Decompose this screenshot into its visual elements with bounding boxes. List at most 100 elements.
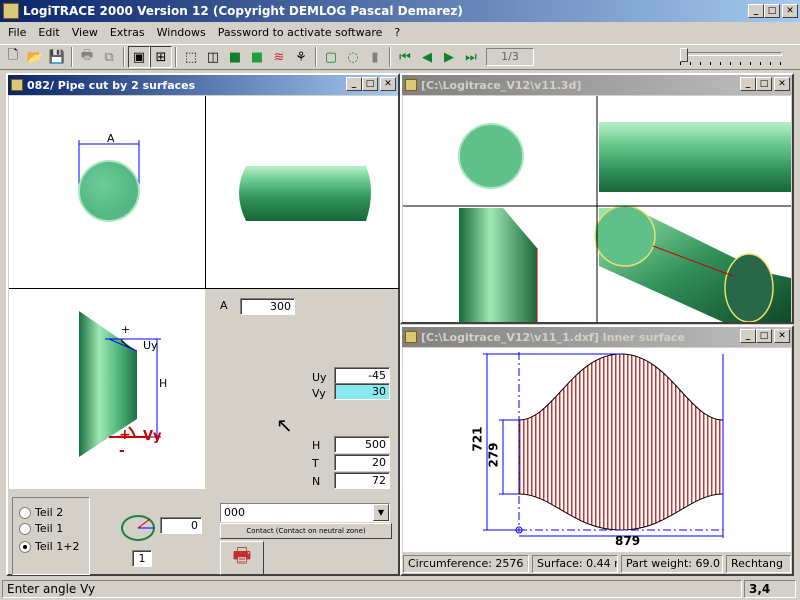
close-icon[interactable]: ✕ [774,329,790,343]
sketch-minus-bottom: - [119,443,125,459]
param-vy-label: Vy [312,387,326,400]
development-shape [518,353,724,531]
window-3d: [C:\Logitrace_V12\v11.3d] _ □ ✕ [400,73,794,324]
maximize-icon[interactable]: □ [756,77,772,91]
first-page-icon[interactable]: ⏮ [394,46,416,68]
status-weight: Part weight: 69.0 kg [621,555,723,573]
printer-icon: 🖶 [232,543,252,567]
menu-bar: File Edit View Extras Windows Password t… [2,23,798,42]
radio-teil-1-label: Teil 1 [35,522,64,535]
sketch-uy-label: Uy [143,339,158,352]
menu-help[interactable]: ? [388,26,406,39]
close-icon[interactable]: ✕ [774,77,790,91]
prev-page-icon[interactable]: ◀ [416,46,438,68]
contact-select[interactable]: 000 ▼ [220,503,390,522]
maximize-icon[interactable]: □ [764,4,780,18]
param-h-input[interactable]: 500 [334,436,390,453]
next-page-icon[interactable]: ▶ [438,46,460,68]
minimize-icon[interactable]: _ [740,329,756,343]
radio-teil-2[interactable]: Teil 2 [19,506,63,519]
zoom-slider[interactable] [680,48,782,66]
menu-file[interactable]: File [2,26,32,39]
dim-279-label: 279 [486,442,501,468]
maximize-icon[interactable]: □ [362,77,378,91]
toolbar: 🗋 📂 💾 🖶 ⧉ ▣ ⊞ ⬚ ◫ ■ ■ ≋ ⚘ ▢ ◌ ▮ ⏮ ◀ ▶ ⏭ … [0,44,800,70]
param-uy-input[interactable]: -45 [334,367,390,384]
front-view: A [9,96,205,288]
window-app-icon [11,79,23,91]
close-icon[interactable]: ✕ [782,4,798,18]
status-shape: Rechtang [726,555,791,573]
pipe-3d-side [599,122,791,192]
radio-teil-1-2-dot[interactable] [19,541,31,553]
radio-teil-1[interactable]: Teil 1 [19,522,63,535]
mouse-cursor-icon: ↖ [276,413,293,437]
wireframe-box-icon[interactable]: ⬚ [180,46,202,68]
dim-879-label: 879 [615,534,641,548]
open-folder-icon[interactable]: 📂 [24,46,46,68]
pipe-window: 082/ Pipe cut by 2 surfaces _ □ ✕ A + - … [6,73,400,576]
param-n-label: N [312,475,321,488]
menu-windows[interactable]: Windows [151,26,212,39]
menu-extras[interactable]: Extras [104,26,151,39]
close-icon[interactable]: ✕ [380,77,396,91]
param-n-input[interactable]: 72 [334,472,390,489]
print-preview-button[interactable]: 🖶 [220,541,264,575]
minimize-icon[interactable]: _ [748,4,764,18]
minimize-icon[interactable]: _ [740,77,756,91]
status-circumference: Circumference: 2576 mm [403,555,529,573]
window-dxf: [C:\Logitrace_V12\v11_1.dxf] Inner surfa… [400,325,794,576]
app-icon [3,3,19,19]
param-t-label: T [312,457,319,470]
pipe-3d-front [458,123,524,189]
app-titlebar: LogiTRACE 2000 Version 12 (Copyright DEM… [0,0,800,22]
window-3d-title: [C:\Logitrace_V12\v11.3d] [421,78,582,92]
radio-teil-1-2[interactable]: Teil 1+2 [19,540,79,553]
param-a-input[interactable]: 300 [240,298,295,315]
pipe-window-title: 082/ Pipe cut by 2 surfaces [27,78,196,92]
contact-select-value: 000 [224,506,245,519]
status-surface: Surface: 0.44 m² [532,555,618,573]
menu-edit[interactable]: Edit [32,26,65,39]
radio-teil-2-dot[interactable] [19,507,31,519]
zoom-slider-thumb[interactable] [680,48,688,62]
status-coords: 3,4 [744,580,796,598]
pipe-3d-top [459,208,537,322]
angle-input[interactable]: 0 [160,517,202,534]
single-view-icon[interactable]: ▣ [128,46,150,68]
angle-step-input[interactable]: 1 [132,550,152,567]
minimize-icon[interactable]: _ [346,77,362,91]
curve-icon[interactable]: ◌ [342,46,364,68]
maximize-icon[interactable]: □ [756,329,772,343]
copy-icon[interactable]: ⧉ [98,46,120,68]
dim-label-a: A [107,132,115,145]
color-layers-icon[interactable]: ≋ [268,46,290,68]
cut-sketch: + - Uy H + Vy - [9,289,205,489]
menu-password[interactable]: Password to activate software [212,26,389,39]
print-icon[interactable]: 🖶 [76,46,98,68]
save-icon[interactable]: 💾 [46,46,68,68]
tree-icon[interactable]: ⚘ [290,46,312,68]
solid-green-icon[interactable]: ■ [224,46,246,68]
box-outline-icon[interactable]: ◫ [202,46,224,68]
chevron-down-icon[interactable]: ▼ [373,504,389,521]
square-outline-icon[interactable]: ▢ [320,46,342,68]
four-view-icon[interactable]: ⊞ [150,46,172,68]
angle-gauge-icon[interactable] [120,513,160,543]
new-file-icon[interactable]: 🗋 [2,46,24,68]
param-t-input[interactable]: 20 [334,454,390,471]
radio-teil-2-label: Teil 2 [35,506,64,519]
part-radio-group: Teil 2 Teil 1 Teil 1+2 [12,497,90,575]
last-page-icon[interactable]: ⏭ [460,46,482,68]
param-vy-input[interactable]: 30 [334,383,390,400]
sketch-h-label: H [159,377,168,390]
sketch-minus-top: - [121,335,125,348]
window-app-icon [405,331,417,343]
menu-view[interactable]: View [66,26,104,39]
param-h-label: H [312,439,321,452]
device-icon[interactable]: ▮ [364,46,386,68]
contact-button[interactable]: Contact (Contact on neutral zone) [220,523,392,539]
shaded-green-icon[interactable]: ■ [246,46,268,68]
radio-teil-1-dot[interactable] [19,523,31,535]
dim-721-label: 721 [470,426,485,452]
